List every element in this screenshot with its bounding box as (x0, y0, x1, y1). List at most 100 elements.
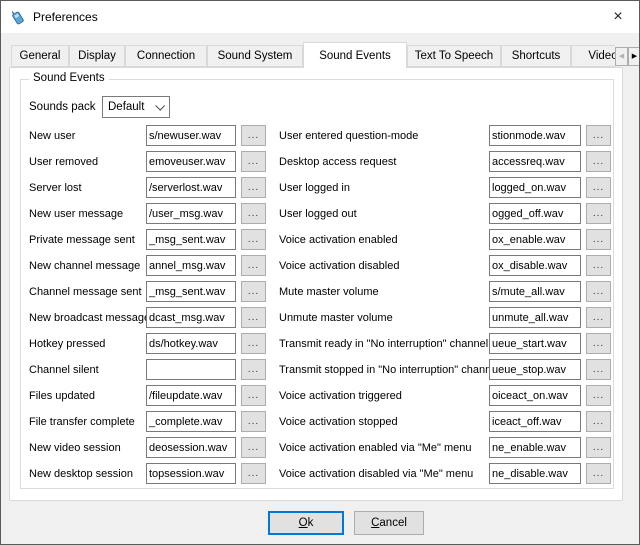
sound-event-label: Voice activation enabled via "Me" menu (279, 442, 471, 454)
browse-button[interactable]: ... (241, 463, 266, 484)
sound-event-label: New video session (29, 442, 121, 454)
browse-button[interactable]: ... (241, 359, 266, 380)
browse-button[interactable]: ... (241, 385, 266, 406)
browse-button[interactable]: ... (586, 307, 611, 328)
ok-button[interactable]: Ok (268, 511, 344, 535)
sound-event-row: User removed ... (29, 149, 267, 175)
sound-event-row: New channel message ... (29, 253, 267, 279)
browse-button[interactable]: ... (586, 229, 611, 250)
browse-button[interactable]: ... (241, 229, 266, 250)
tab[interactable]: Shortcuts (501, 45, 571, 67)
sound-file-input[interactable] (146, 385, 236, 406)
sound-event-row: Channel silent ... (29, 357, 267, 383)
browse-button[interactable]: ... (586, 411, 611, 432)
sound-file-input[interactable] (489, 463, 581, 484)
sound-event-label: Voice activation triggered (279, 390, 402, 402)
sound-event-row: Voice activation stopped ... (279, 409, 611, 435)
sound-file-input[interactable] (146, 203, 236, 224)
sound-event-row: Mute master volume ... (279, 279, 611, 305)
browse-button[interactable]: ... (241, 177, 266, 198)
browse-button[interactable]: ... (241, 125, 266, 146)
tab-label: Shortcuts (512, 50, 561, 62)
browse-button[interactable]: ... (241, 255, 266, 276)
sound-file-input[interactable] (489, 229, 581, 250)
window-title: Preferences (33, 10, 98, 24)
sound-file-input[interactable] (146, 255, 236, 276)
browse-button[interactable]: ... (586, 203, 611, 224)
sound-event-row: Voice activation enabled ... (279, 227, 611, 253)
sound-event-row: Voice activation disabled ... (279, 253, 611, 279)
tab[interactable]: Display (69, 45, 125, 67)
browse-button[interactable]: ... (586, 463, 611, 484)
sound-event-label: Voice activation stopped (279, 416, 398, 428)
sound-file-input[interactable] (146, 281, 236, 302)
tab-scroll-left-button[interactable]: ◀ (615, 47, 628, 66)
tab[interactable]: Text To Speech (407, 45, 501, 67)
tab-label: Display (78, 50, 116, 62)
sound-event-row: User entered question-mode ... (279, 123, 611, 149)
sound-event-label: User removed (29, 156, 98, 168)
sound-event-label: New broadcast message (29, 312, 150, 324)
sound-events-left-column: New user ... User removed ... Server los… (29, 123, 267, 487)
sound-file-input[interactable] (489, 411, 581, 432)
tab-bar: General Display Connection Sound System … (11, 42, 615, 68)
browse-button[interactable]: ... (586, 255, 611, 276)
sound-file-input[interactable] (489, 385, 581, 406)
browse-button[interactable]: ... (241, 203, 266, 224)
sound-file-input[interactable] (146, 229, 236, 250)
sound-event-row: Voice activation enabled via "Me" menu .… (279, 435, 611, 461)
browse-button[interactable]: ... (586, 359, 611, 380)
sound-event-label: Hotkey pressed (29, 338, 105, 350)
tab[interactable]: General (11, 45, 69, 67)
sound-file-input[interactable] (146, 125, 236, 146)
tab[interactable]: Connection (125, 45, 207, 67)
browse-button[interactable]: ... (586, 333, 611, 354)
tab[interactable]: Video (571, 45, 615, 67)
sound-file-input[interactable] (146, 151, 236, 172)
sound-events-groupbox: Sound Events Sounds pack Default New use… (20, 79, 614, 489)
sound-file-input[interactable] (146, 463, 236, 484)
browse-button[interactable]: ... (586, 125, 611, 146)
chevron-left-icon: ◀ (619, 53, 624, 60)
browse-button[interactable]: ... (241, 411, 266, 432)
browse-button[interactable]: ... (586, 177, 611, 198)
sound-file-input[interactable] (489, 307, 581, 328)
close-icon[interactable]: × (605, 6, 631, 28)
sound-file-input[interactable] (489, 359, 581, 380)
tab-scroll-right-button[interactable]: ▶ (628, 47, 640, 66)
sound-file-input[interactable] (146, 177, 236, 198)
sound-file-input[interactable] (146, 307, 236, 328)
sounds-pack-label: Sounds pack (29, 101, 102, 113)
sound-file-input[interactable] (146, 437, 236, 458)
tab[interactable]: Sound System (207, 45, 303, 67)
tab[interactable]: Sound Events (303, 42, 407, 68)
browse-button[interactable]: ... (586, 385, 611, 406)
browse-button[interactable]: ... (241, 281, 266, 302)
browse-button[interactable]: ... (241, 333, 266, 354)
sound-event-row: Voice activation triggered ... (279, 383, 611, 409)
sound-file-input[interactable] (489, 177, 581, 198)
sound-file-input[interactable] (489, 203, 581, 224)
browse-button[interactable]: ... (586, 281, 611, 302)
browse-button[interactable]: ... (241, 151, 266, 172)
browse-button[interactable]: ... (586, 437, 611, 458)
browse-button[interactable]: ... (586, 151, 611, 172)
browse-button[interactable]: ... (241, 307, 266, 328)
sound-file-input[interactable] (489, 255, 581, 276)
title-bar: Preferences × (1, 1, 639, 33)
sound-file-input[interactable] (146, 411, 236, 432)
sound-event-row: Transmit stopped in "No interruption" ch… (279, 357, 611, 383)
sound-file-input[interactable] (489, 125, 581, 146)
sound-event-row: Hotkey pressed ... (29, 331, 267, 357)
sound-event-label: User logged out (279, 208, 357, 220)
sound-file-input[interactable] (489, 281, 581, 302)
sounds-pack-select[interactable]: Default (102, 96, 170, 118)
sound-file-input[interactable] (489, 437, 581, 458)
browse-button[interactable]: ... (241, 437, 266, 458)
sound-file-input[interactable] (146, 359, 236, 380)
sound-file-input[interactable] (489, 333, 581, 354)
sound-event-row: Files updated ... (29, 383, 267, 409)
cancel-button[interactable]: Cancel (354, 511, 424, 535)
sound-file-input[interactable] (489, 151, 581, 172)
sound-file-input[interactable] (146, 333, 236, 354)
